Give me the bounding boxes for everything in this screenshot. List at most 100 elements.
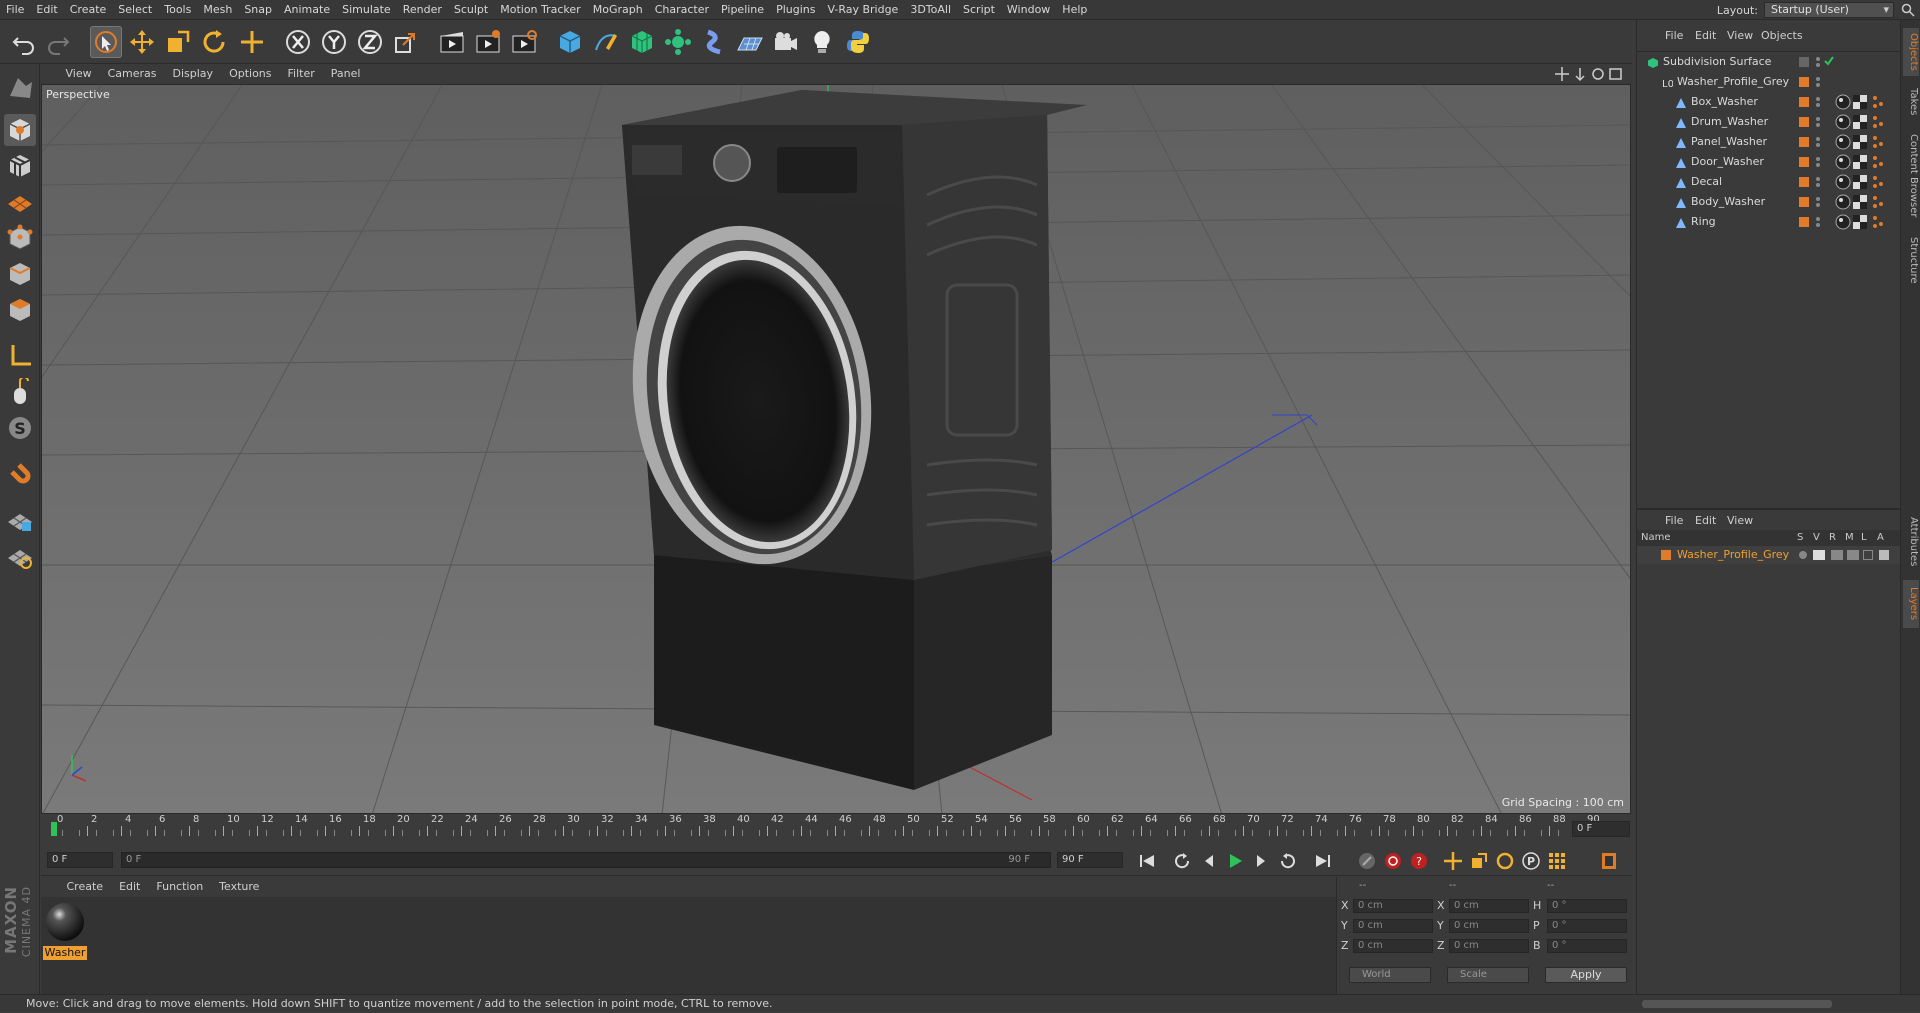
menu-script[interactable]: Script [957,0,1001,19]
pen-spline-icon[interactable] [590,26,622,58]
camera-icon[interactable] [770,26,802,58]
object-row[interactable]: Decal [1637,172,1901,192]
size-y-field[interactable]: 0 cm [1449,919,1529,933]
transform-icon[interactable] [236,26,268,58]
object-row[interactable]: Subdivision Surface [1637,52,1901,72]
previous-key-icon[interactable] [1171,850,1195,872]
menu-create[interactable]: Create [64,0,113,19]
rotation-h-field[interactable]: 0 ° [1547,899,1627,913]
position-x-field[interactable]: 0 cm [1353,899,1433,913]
position-y-field[interactable]: 0 cm [1353,919,1433,933]
layer-menu-file[interactable]: File [1665,514,1683,527]
go-to-start-icon[interactable] [1135,850,1159,872]
key-scale-icon[interactable] [1467,850,1491,872]
render-view-icon[interactable] [436,26,468,58]
menu-window[interactable]: Window [1001,0,1056,19]
layer-row[interactable]: Washer_Profile_Grey [1637,546,1901,564]
undo-icon[interactable] [8,26,40,58]
menu-tools[interactable]: Tools [158,0,197,19]
horizontal-scrollbar[interactable] [1642,1000,1832,1008]
layer-lock-icon[interactable] [1863,550,1873,560]
object-row[interactable]: Panel_Washer [1637,132,1901,152]
rotation-p-field[interactable]: 0 ° [1547,919,1627,933]
play-icon[interactable] [1223,850,1247,872]
texture-mode-icon[interactable] [4,150,36,182]
layer-swatch[interactable] [1799,57,1809,67]
scale-dropdown[interactable]: Scale [1447,967,1529,983]
menu-select[interactable]: Select [112,0,158,19]
layer-menu-edit[interactable]: Edit [1695,514,1716,527]
viewport-menu-view[interactable]: View [58,64,100,84]
layer-swatch[interactable] [1799,177,1809,187]
layer-render-icon[interactable] [1831,550,1843,560]
object-row[interactable]: Drum_Washer [1637,112,1901,132]
side-tab-attributes[interactable]: Attributes [1903,510,1919,574]
timeline-ruler[interactable]: 0 2 4 6 8 10 12 14 16 18 20 22 24 26 28 30 32 34 36 38 40 42 4… [41,814,1632,844]
layer-animation-icon[interactable] [1879,550,1889,560]
record-keys-icon[interactable] [1355,850,1379,872]
menu-render[interactable]: Render [397,0,448,19]
current-frame-field[interactable]: 0 F [1572,821,1630,837]
menu-3dtoall[interactable]: 3DToAll [904,0,957,19]
menu-help[interactable]: Help [1056,0,1093,19]
menu-pipeline[interactable]: Pipeline [715,0,770,19]
range-slider[interactable]: 0 F 90 F [121,852,1051,868]
timeline-layout-icon[interactable] [1597,850,1621,872]
coordinate-system-icon[interactable] [390,26,422,58]
material-menu-edit[interactable]: Edit [111,877,148,897]
go-to-end-icon[interactable] [1311,850,1335,872]
key-position-icon[interactable] [1441,850,1465,872]
apply-button[interactable]: Apply [1545,967,1627,983]
viewport-menu-filter[interactable]: Filter [280,64,323,84]
floor-icon[interactable] [734,26,766,58]
rotation-b-field[interactable]: 0 ° [1547,939,1627,953]
cloner-icon[interactable] [662,26,694,58]
menu-mesh[interactable]: Mesh [197,0,238,19]
previous-frame-icon[interactable] [1197,850,1221,872]
object-row[interactable]: Box_Washer [1637,92,1901,112]
visibility-dots-icon[interactable] [1815,215,1821,236]
polygon-mode-icon[interactable] [4,294,36,326]
layer-swatch[interactable] [1799,137,1809,147]
layer-swatch[interactable] [1799,197,1809,207]
python-icon[interactable] [842,26,874,58]
material-menu-create[interactable]: Create [59,877,112,897]
current-frame-marker[interactable] [51,822,57,836]
viewport-navigation-icons[interactable] [1554,66,1624,82]
layout-select[interactable]: Startup (User) [1764,2,1894,18]
side-tab-objects[interactable]: Objects [1903,28,1919,76]
viewport-menu-display[interactable]: Display [165,64,222,84]
scale-icon[interactable] [162,26,194,58]
edge-mode-icon[interactable] [4,258,36,290]
side-tab-structure[interactable]: Structure [1903,230,1919,290]
menu-snap[interactable]: Snap [238,0,278,19]
menu-simulate[interactable]: Simulate [336,0,397,19]
object-row[interactable]: L0 Washer_Profile_Grey [1637,72,1901,92]
object-row[interactable]: Door_Washer [1637,152,1901,172]
redo-icon[interactable] [42,26,74,58]
move-icon[interactable] [126,26,158,58]
make-editable-icon[interactable] [4,72,36,104]
light-icon[interactable] [806,26,838,58]
render-settings-icon[interactable] [508,26,540,58]
menu-file[interactable]: File [0,0,30,19]
menu-sculpt[interactable]: Sculpt [448,0,494,19]
object-row[interactable]: Ring [1637,212,1901,232]
end-frame-field[interactable]: 90 F [1057,852,1123,868]
magnet-icon[interactable] [4,458,36,490]
start-frame-field[interactable]: 0 F [47,852,113,868]
next-frame-icon[interactable] [1249,850,1273,872]
menu-plugins[interactable]: Plugins [770,0,821,19]
viewport-menu-options[interactable]: Options [221,64,279,84]
key-rotation-icon[interactable] [1493,850,1517,872]
world-dropdown[interactable]: World [1349,967,1431,983]
axis-mode-icon[interactable] [4,340,36,372]
layer-manager-icon[interactable] [1847,550,1859,560]
object-menu-view[interactable]: View [1727,29,1753,42]
workplane-mode-icon[interactable] [4,186,36,218]
perspective-viewport[interactable]: Perspective Grid Spacing : 100 cm [41,84,1631,814]
menu-edit[interactable]: Edit [30,0,63,19]
size-x-field[interactable]: 0 cm [1449,899,1529,913]
live-selection-icon[interactable] [90,26,122,58]
auto-key-icon[interactable] [1381,850,1405,872]
